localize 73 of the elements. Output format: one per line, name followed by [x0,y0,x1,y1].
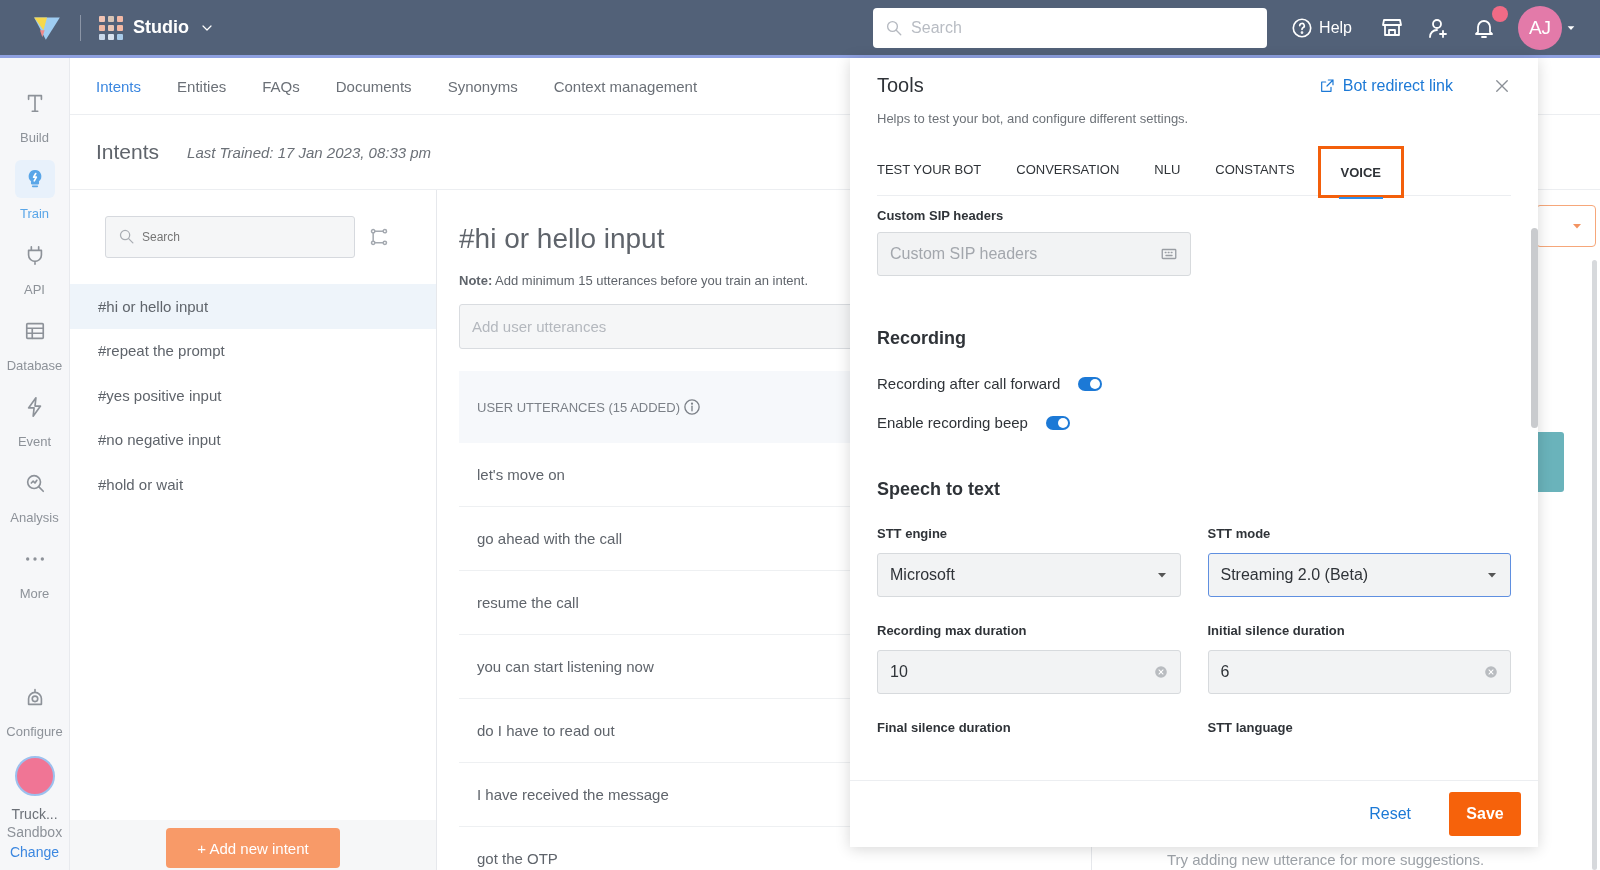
sidebar-nav-item[interactable]: Build [5,80,64,148]
nav-tab[interactable]: Context management [553,77,716,95]
reset-button[interactable]: Reset [1363,804,1417,824]
dropdown-field[interactable]: Microsoft [877,553,1181,597]
section-heading: Recording [877,328,967,349]
sidebar-nav-item[interactable]: Analysis [5,460,64,528]
note-text: Note: Add minimum 15 utterances before you train an intent. [459,273,809,288]
external-link-icon [1318,77,1335,94]
intent-search-field[interactable]: Search [105,216,355,258]
nav-tab[interactable]: FAQs [262,77,318,95]
environment-label: Sandbox [6,824,63,840]
search-icon [118,228,135,245]
field-label: STT mode [1207,526,1272,541]
clear-icon [1484,665,1498,679]
section-heading: Speech to text [877,479,1002,500]
list-header-text: USER UTTERANCES (15 ADDED) [477,399,680,415]
nav-tab[interactable]: Intents [96,77,160,95]
panel-tab[interactable]: CONVERSATION [1016,146,1120,195]
sidebar-nav-item[interactable]: Database [5,308,64,376]
bot-avatar[interactable] [14,756,55,796]
last-trained-text: Last Trained: 17 Jan 2023, 08:33 pm [187,143,432,161]
change-link[interactable]: Change [9,844,59,860]
app-switcher-button[interactable]: Studio [99,15,215,40]
page-title: Intents [96,140,160,164]
field-label: Final silence duration [877,720,1012,735]
app-grid-icon [99,15,123,40]
more-icon [25,556,44,561]
intent-list-item[interactable]: #repeat the prompt [70,328,436,373]
clear-icon [1153,665,1168,679]
scrollbar[interactable] [1592,260,1597,870]
intent-title: #hi or hello input [459,223,665,255]
field-label: STT engine [877,526,949,541]
search-icon [885,18,904,37]
suggestion-hint-text: Try adding new utterance for more suggestions. [1167,851,1485,868]
help-icon [1291,16,1314,39]
number-input-field[interactable]: 10 [877,650,1181,694]
field-label: STT language [1207,720,1294,735]
user-avatar[interactable]: AJ [1518,5,1562,50]
panel-title: Tools [877,74,924,97]
field-label: Recording max duration [877,623,1028,638]
nav-tab[interactable]: Entities [177,77,245,95]
search-field[interactable]: Search [873,7,1268,48]
info-icon [683,398,701,416]
side-tab[interactable] [1536,432,1564,492]
nav-tab[interactable]: Documents [335,77,430,95]
toggle-label: Enable recording beep [877,414,1028,431]
nav-tab[interactable]: Synonyms [447,77,536,95]
toggle-label: Recording after call forward [877,375,1061,392]
sidebar-nav-item[interactable]: Event [5,384,64,452]
sidebar-nav-item[interactable]: API [5,232,64,300]
bot-redirect-link[interactable]: Bot redirect link [1318,76,1453,95]
number-input-field[interactable]: 6 [1207,650,1511,694]
field-label: Initial silence duration [1207,623,1346,638]
intent-list-item[interactable]: #no negative input [70,417,436,462]
field-label: Custom SIP headers [877,208,1005,223]
dropdown-field[interactable]: Streaming 2.0 (Beta) [1207,553,1511,597]
flow-icon[interactable] [369,227,389,247]
sidebar-nav-item[interactable]: Configure [5,674,64,742]
intent-list-item[interactable]: #hold or wait [70,462,436,507]
sidebar-nav-item[interactable]: More [5,536,64,604]
panel-tab[interactable]: TEST YOUR BOT [877,146,982,195]
bot-name: Truck... [11,806,58,822]
toggle-switch[interactable] [1045,415,1070,430]
intent-list-item[interactable]: #hi or hello input [70,284,436,329]
help-button[interactable]: Help [1285,15,1358,40]
panel-subtitle: Helps to test your bot, and configure different settings. [877,111,1190,126]
intent-list-item[interactable]: #yes positive input [70,373,436,418]
scrollbar[interactable] [1531,228,1538,428]
toggle-switch[interactable] [1078,376,1103,391]
panel-tab[interactable]: CONSTANTS [1215,146,1295,195]
panel-tab[interactable]: VOICE [1317,146,1405,198]
save-button[interactable]: Save [1449,792,1521,836]
panel-tab[interactable]: NLU [1154,146,1181,195]
